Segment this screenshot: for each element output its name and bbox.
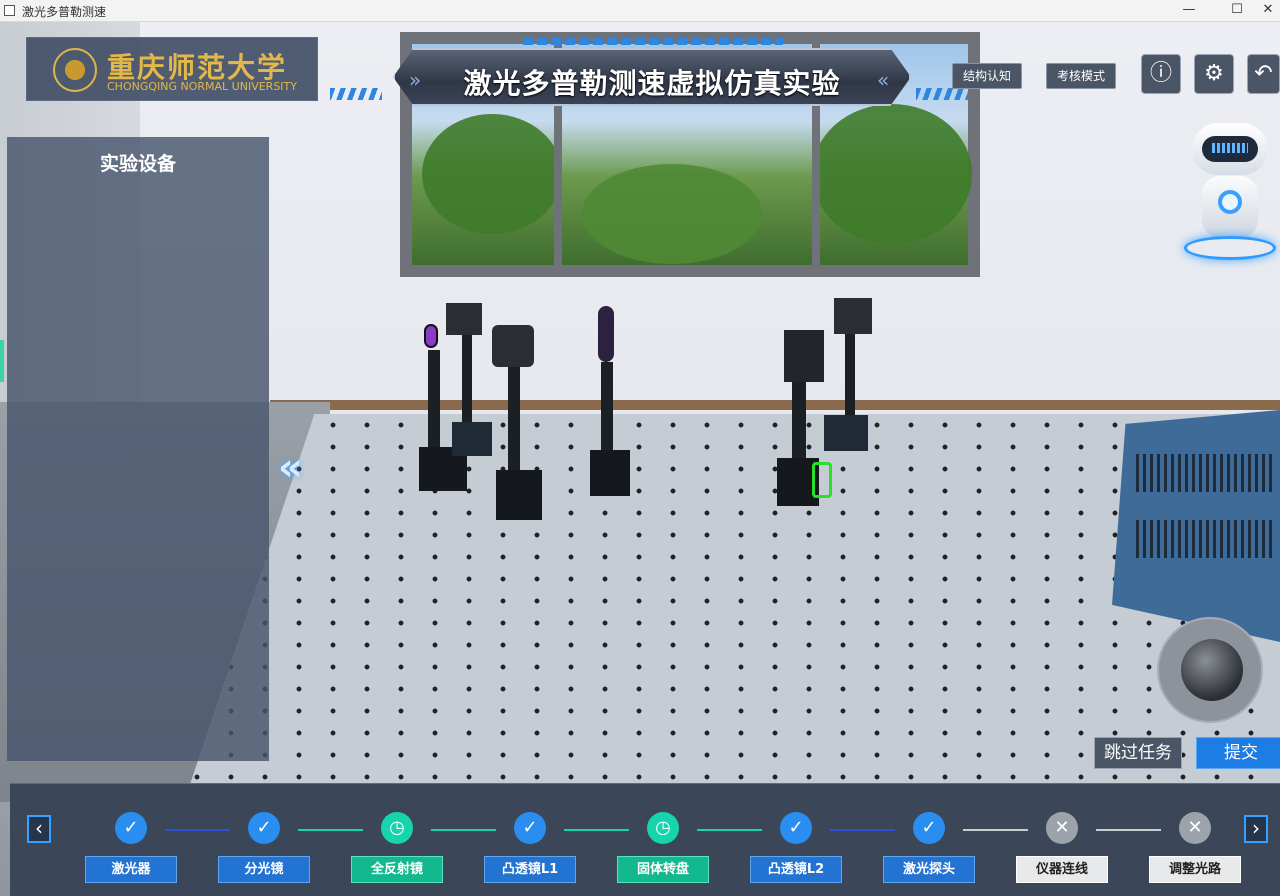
tree-foliage bbox=[812, 104, 972, 244]
cross-icon: ✕ bbox=[1179, 812, 1211, 844]
title-banner: » « 激光多普勒测速虚拟仿真实验 bbox=[393, 38, 911, 108]
step-label[interactable]: 固体转盘 bbox=[617, 856, 709, 883]
clock-icon: ◷ bbox=[647, 812, 679, 844]
decorative-stripes bbox=[916, 88, 968, 100]
step-item[interactable]: ◷ 全反射镜 bbox=[351, 810, 443, 890]
collapse-panel-icon[interactable]: « bbox=[278, 445, 302, 489]
robot-eyes-icon bbox=[1212, 143, 1248, 153]
cross-icon: ✕ bbox=[1046, 812, 1078, 844]
step-label[interactable]: 凸透镜L1 bbox=[484, 856, 576, 883]
step-label[interactable]: 仪器连线 bbox=[1016, 856, 1108, 883]
step-item[interactable]: ◷ 固体转盘 bbox=[617, 810, 709, 890]
check-icon: ✓ bbox=[248, 812, 280, 844]
close-button[interactable]: ✕ bbox=[1256, 0, 1280, 22]
robot-core-icon bbox=[1218, 190, 1242, 214]
step-item[interactable]: ✓ 激光器 bbox=[85, 810, 177, 890]
window-titlebar: 激光多普勒测速 — ☐ ✕ bbox=[0, 0, 1280, 22]
joystick-knob[interactable] bbox=[1181, 639, 1243, 701]
logo-text-en: CHONGQING NORMAL UNIVERSITY bbox=[107, 80, 297, 93]
laser-indicator bbox=[424, 324, 438, 348]
submit-button[interactable]: 提交 bbox=[1196, 737, 1280, 769]
university-logo: 重庆师范大学 CHONGQING NORMAL UNIVERSITY bbox=[26, 37, 318, 101]
check-icon: ✓ bbox=[913, 812, 945, 844]
check-icon: ✓ bbox=[780, 812, 812, 844]
clock-icon: ◷ bbox=[381, 812, 413, 844]
tree-foliage bbox=[422, 114, 562, 234]
exam-mode-button[interactable]: 考核模式 bbox=[1046, 63, 1117, 89]
step-item[interactable]: ✕ 仪器连线 bbox=[1016, 810, 1108, 890]
device-vent bbox=[1136, 454, 1276, 492]
window-title: 激光多普勒测速 bbox=[22, 5, 107, 19]
step-item[interactable]: ✓ 分光镜 bbox=[218, 810, 310, 890]
step-label[interactable]: 激光器 bbox=[85, 856, 177, 883]
step-label[interactable]: 调整光路 bbox=[1149, 856, 1241, 883]
step-label[interactable]: 激光探头 bbox=[883, 856, 975, 883]
back-arrow-icon[interactable]: ↶ bbox=[1247, 54, 1280, 94]
camera-joystick[interactable] bbox=[1157, 617, 1263, 723]
step-item[interactable]: ✓ 凸透镜L2 bbox=[750, 810, 842, 890]
wall-skirting bbox=[270, 400, 1280, 410]
step-label[interactable]: 全反射镜 bbox=[351, 856, 443, 883]
tree-foliage bbox=[582, 164, 762, 264]
banner-stripes bbox=[523, 38, 783, 45]
step-item[interactable]: ✕ 调整光路 bbox=[1149, 810, 1241, 890]
skip-task-button[interactable]: 跳过任务 bbox=[1094, 737, 1182, 769]
decorative-stripes bbox=[330, 88, 382, 100]
step-item[interactable]: ✓ 激光探头 bbox=[883, 810, 975, 890]
page-title: 激光多普勒测速虚拟仿真实验 bbox=[463, 67, 841, 100]
maximize-button[interactable]: ☐ bbox=[1214, 0, 1260, 22]
prev-step-arrow-icon[interactable]: ‹ bbox=[27, 815, 51, 843]
settings-gear-icon[interactable]: ⚙ bbox=[1194, 54, 1234, 94]
check-icon: ✓ bbox=[514, 812, 546, 844]
app-icon bbox=[4, 5, 15, 16]
equipment-panel-title: 实验设备 bbox=[99, 153, 176, 175]
robot-assistant[interactable] bbox=[1178, 118, 1278, 273]
equipment-panel: 实验设备 bbox=[7, 137, 269, 761]
step-label[interactable]: 分光镜 bbox=[218, 856, 310, 883]
step-label[interactable]: 凸透镜L2 bbox=[750, 856, 842, 883]
university-seal-icon bbox=[53, 48, 97, 92]
selection-highlight bbox=[812, 462, 832, 498]
next-step-arrow-icon[interactable]: › bbox=[1244, 815, 1268, 843]
left-edge-tab[interactable] bbox=[0, 340, 4, 382]
structure-cognition-button[interactable]: 结构认知 bbox=[952, 63, 1023, 89]
signal-processor-device[interactable] bbox=[1112, 410, 1280, 642]
step-item[interactable]: ✓ 凸透镜L1 bbox=[484, 810, 576, 890]
info-icon[interactable]: ⓘ bbox=[1141, 54, 1181, 94]
check-icon: ✓ bbox=[115, 812, 147, 844]
device-vent bbox=[1136, 520, 1276, 558]
minimize-button[interactable]: — bbox=[1166, 0, 1212, 22]
